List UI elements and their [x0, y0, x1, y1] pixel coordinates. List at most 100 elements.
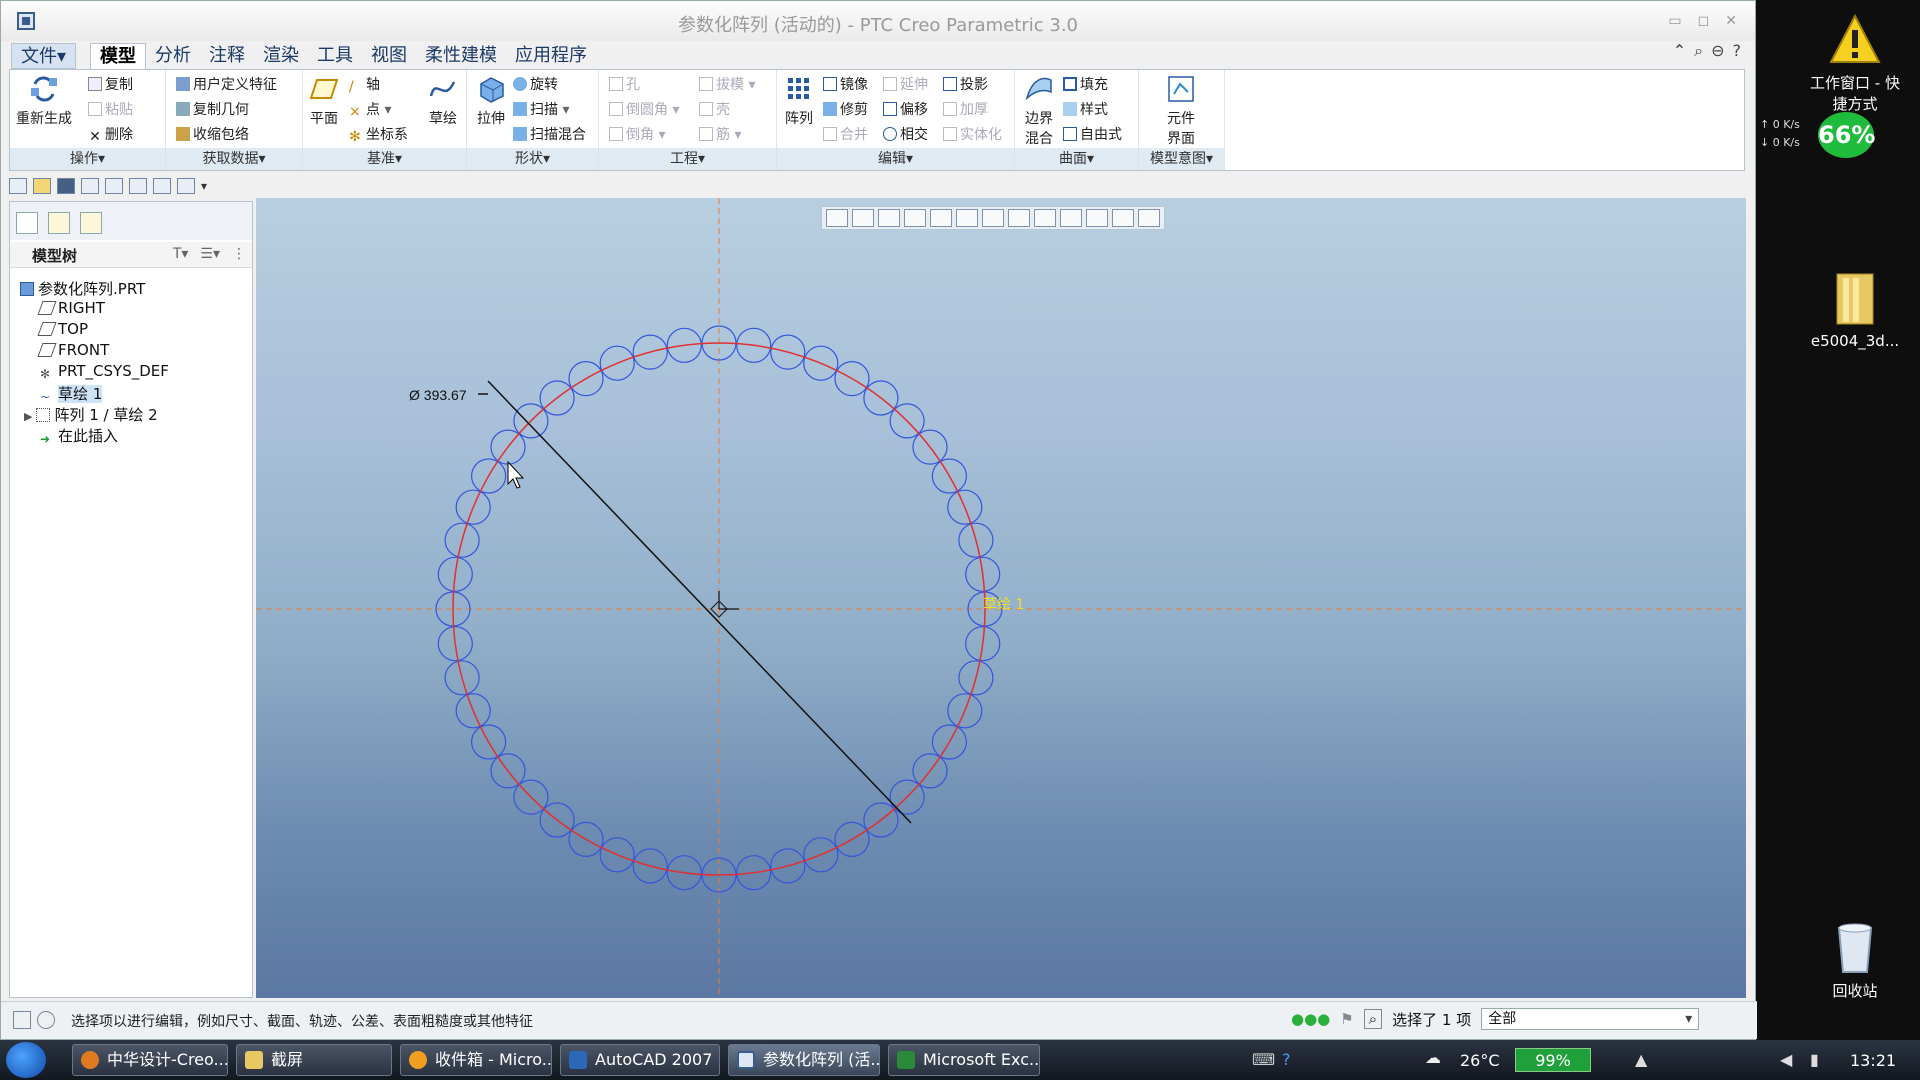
clock[interactable]: 13:21	[1850, 1051, 1896, 1070]
axis-button[interactable]: / 轴	[349, 74, 380, 95]
group-label-surface[interactable]: 曲面▾	[1015, 148, 1138, 170]
undo-icon[interactable]	[81, 178, 99, 194]
style-button[interactable]: 样式	[1063, 99, 1108, 119]
graphics-window[interactable]: Ø 393.67 草绘 1	[256, 198, 1746, 998]
paste-button[interactable]: 粘贴	[88, 99, 133, 119]
collapse-ribbon-icon[interactable]: ⌃	[1673, 41, 1686, 61]
weather-icon[interactable]: ☁	[1425, 1048, 1441, 1067]
tree-item-pattern-1[interactable]: ▶ 阵列 1 / 草绘 2	[24, 404, 158, 425]
taskbar-item-inbox[interactable]: 收件箱 - Micro...	[400, 1044, 552, 1076]
expand-arrow-icon[interactable]: ▶	[24, 410, 32, 423]
saved-orientations-icon[interactable]	[956, 209, 978, 227]
sketch-button[interactable]: 草绘	[423, 74, 463, 128]
group-label-datum[interactable]: 基准▾	[303, 148, 466, 170]
tree-item-insert-here[interactable]: ➜ 在此插入	[40, 425, 118, 446]
merge-button[interactable]: 合并	[823, 124, 868, 144]
copy-geometry-button[interactable]: 复制几何	[176, 99, 249, 119]
taskbar-item-creo-web[interactable]: 中华设计-Creo...	[72, 1044, 228, 1076]
trim-button[interactable]: 修剪	[823, 99, 868, 119]
zoom-out-icon[interactable]	[878, 209, 900, 227]
extrude-button[interactable]: 拉伸	[471, 74, 511, 128]
customize-toolbar-icon[interactable]: ▾	[201, 179, 207, 193]
diameter-dimension-line[interactable]	[487, 380, 912, 824]
hole-button[interactable]: 孔	[609, 74, 640, 94]
tab-file[interactable]: 文件▾	[11, 43, 77, 69]
round-button[interactable]: 倒圆角 ▾	[609, 99, 679, 119]
tree-item-part[interactable]: 参数化阵列.PRT	[20, 278, 145, 299]
sketcher-display-icon[interactable]	[1138, 209, 1160, 227]
rib-button[interactable]: 筋 ▾	[699, 124, 741, 144]
command-search-icon[interactable]: ⊖	[1711, 41, 1724, 61]
plane-button[interactable]: 平面	[305, 74, 343, 128]
taskbar-item-autocad[interactable]: AutoCAD 2007	[560, 1044, 720, 1076]
group-label-get-data[interactable]: 获取数据▾	[166, 148, 302, 170]
component-interface-button[interactable]: 元件 界面	[1159, 74, 1203, 148]
minimize-button[interactable]: ▭	[1668, 13, 1681, 29]
save-icon[interactable]	[57, 178, 75, 194]
udf-button[interactable]: 用户定义特征	[176, 74, 277, 94]
project-button[interactable]: 投影	[943, 74, 988, 94]
tree-item-top-plane[interactable]: TOP	[37, 320, 88, 338]
tab-annotate[interactable]: 注释	[200, 43, 254, 69]
zoom-in-icon[interactable]	[852, 209, 874, 227]
windows-icon[interactable]	[153, 178, 171, 194]
point-button[interactable]: × 点 ▾	[349, 99, 391, 120]
pattern-button[interactable]: 阵列	[781, 74, 817, 128]
group-label-model-intent[interactable]: 模型意图▾	[1139, 148, 1224, 170]
draft-button[interactable]: 拔模 ▾	[699, 74, 755, 94]
folder-browser-tab-icon[interactable]	[48, 212, 70, 234]
tree-show-icon[interactable]: ☰▾	[200, 246, 220, 262]
tree-item-sketch-1[interactable]: ~ 草绘 1	[40, 383, 103, 404]
freestyle-button[interactable]: 自由式	[1063, 124, 1122, 144]
intersect-button[interactable]: 相交	[883, 124, 928, 144]
delete-button[interactable]: ✕ 删除	[88, 124, 133, 144]
sketch-view-icon[interactable]	[1112, 209, 1134, 227]
solidify-button[interactable]: 实体化	[943, 124, 1002, 144]
view-manager-icon[interactable]	[982, 209, 1004, 227]
taskbar-item-creo-active[interactable]: 参数化阵列 (活...	[728, 1044, 880, 1076]
tab-model[interactable]: 模型	[90, 43, 147, 69]
tree-item-right-plane[interactable]: RIGHT	[37, 299, 105, 317]
sweep-button[interactable]: 扫描 ▾	[513, 99, 569, 119]
battery-indicator[interactable]: 99%	[1515, 1048, 1591, 1072]
network-icon[interactable]: ▮	[1810, 1050, 1819, 1069]
open-file-icon[interactable]	[33, 178, 51, 194]
annotation-display-icon[interactable]	[1060, 209, 1082, 227]
flag-icon[interactable]: ⚑	[1340, 1010, 1353, 1028]
selection-filter-select[interactable]: 全部	[1481, 1008, 1700, 1030]
group-label-shape[interactable]: 形状▾	[467, 148, 598, 170]
mirror-button[interactable]: 镜像	[823, 74, 868, 94]
new-file-icon[interactable]	[9, 178, 27, 194]
tab-tools[interactable]: 工具	[308, 43, 362, 69]
display-style-icon[interactable]	[930, 209, 952, 227]
desktop-recycle-bin[interactable]: 回收站	[1800, 918, 1910, 1001]
desktop-folder[interactable]: e5004_3d...	[1800, 268, 1910, 350]
copy-button[interactable]: 复制	[88, 74, 133, 94]
group-label-engineering[interactable]: 工程▾	[599, 148, 776, 170]
refit-icon[interactable]	[826, 209, 848, 227]
extend-button[interactable]: 延伸	[883, 74, 928, 94]
tab-flexible-modeling[interactable]: 柔性建模	[416, 43, 506, 69]
tab-render[interactable]: 渲染	[254, 43, 308, 69]
favorites-tab-icon[interactable]	[80, 212, 102, 234]
thicken-button[interactable]: 加厚	[943, 99, 988, 119]
shell-button[interactable]: 壳	[699, 99, 730, 119]
taskbar-item-screenshot[interactable]: 截屏	[236, 1044, 392, 1076]
spin-center-icon[interactable]	[1086, 209, 1108, 227]
model-tree-tab-icon[interactable]	[16, 212, 38, 234]
search-icon[interactable]: ⌕	[1694, 41, 1703, 61]
repaint-icon[interactable]	[904, 209, 926, 227]
fill-button[interactable]: 填充	[1063, 74, 1108, 94]
sketch-canvas[interactable]: Ø 393.67 草绘 1	[256, 198, 1746, 998]
help-tray-icon[interactable]: ?	[1282, 1050, 1291, 1069]
start-button[interactable]	[6, 1042, 46, 1078]
close-window-icon[interactable]	[177, 178, 195, 194]
tree-item-csys[interactable]: ✻ PRT_CSYS_DEF	[40, 362, 169, 381]
volume-icon[interactable]: ◀	[1780, 1050, 1792, 1069]
regenerate-small-icon[interactable]	[129, 178, 147, 194]
status-tree-icon[interactable]	[13, 1011, 31, 1029]
diameter-dimension-text[interactable]: Ø 393.67	[409, 387, 467, 403]
tree-item-front-plane[interactable]: FRONT	[37, 341, 109, 359]
offset-button[interactable]: 偏移	[883, 99, 928, 119]
tree-filter-icon[interactable]: ⋮	[232, 246, 246, 262]
